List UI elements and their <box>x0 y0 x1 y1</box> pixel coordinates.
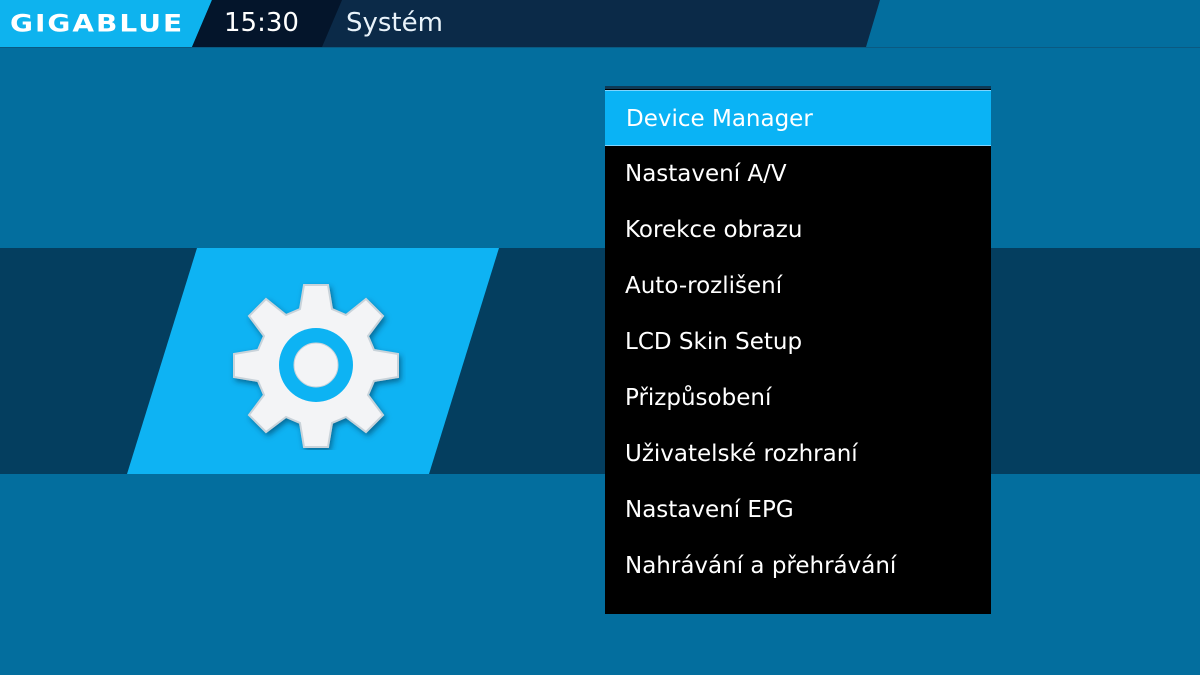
system-menu[interactable]: Device Manager Nastavení A/V Korekce obr… <box>605 86 991 614</box>
menu-item-lcd-skin-setup[interactable]: LCD Skin Setup <box>605 314 991 370</box>
page-title: Systém <box>346 8 443 38</box>
gear-icon <box>226 280 406 450</box>
menu-item-recording-playback[interactable]: Nahrávání a přehrávání <box>605 538 991 594</box>
menu-item-picture-correction[interactable]: Korekce obrazu <box>605 202 991 258</box>
menu-item-av-settings[interactable]: Nastavení A/V <box>605 146 991 202</box>
header-bar: GIGABLUE 15:30 Systém <box>0 0 1200 47</box>
menu-item-auto-resolution[interactable]: Auto-rozlišení <box>605 258 991 314</box>
gear-icon-svg <box>233 284 399 448</box>
menu-item-user-interface[interactable]: Uživatelské rozhraní <box>605 426 991 482</box>
menu-item-device-manager[interactable]: Device Manager <box>605 90 991 146</box>
gigablue-logo: GIGABLUE <box>10 9 185 38</box>
menu-item-customize[interactable]: Přizpůsobení <box>605 370 991 426</box>
clock-time: 15:30 <box>224 8 299 38</box>
menu-item-epg-settings[interactable]: Nastavení EPG <box>605 482 991 538</box>
header-divider <box>0 47 1200 48</box>
